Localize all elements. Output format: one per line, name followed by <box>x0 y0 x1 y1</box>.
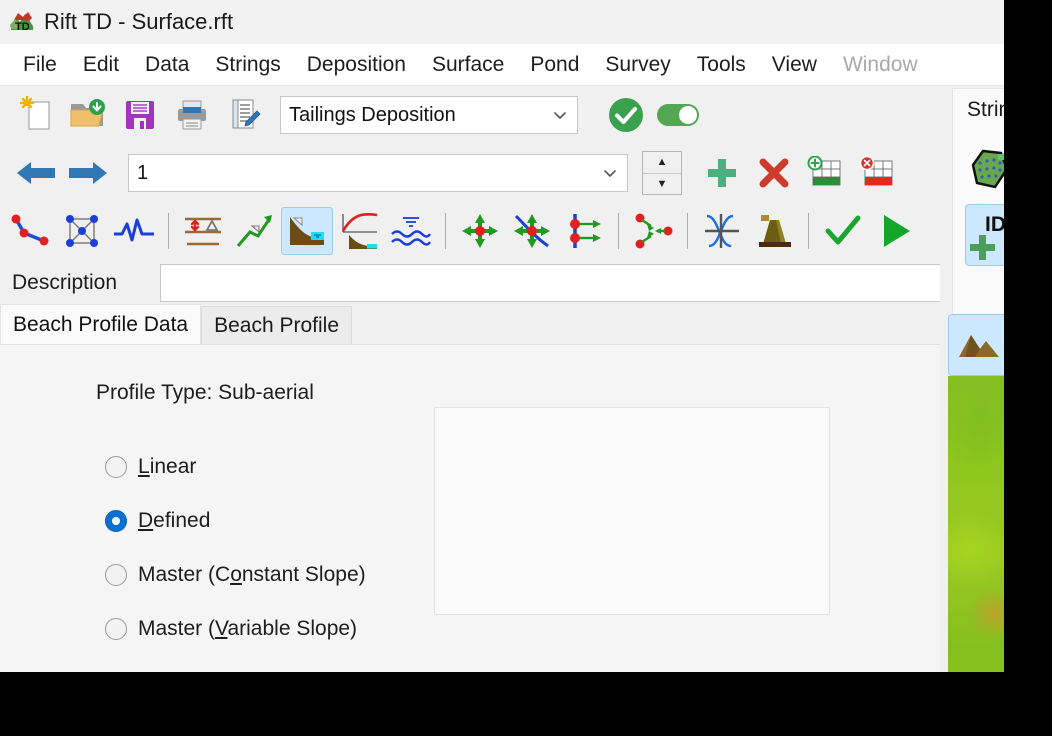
menu-file[interactable]: File <box>10 53 70 77</box>
deposition-combo-value: Tailings Deposition <box>289 103 456 126</box>
menu-survey[interactable]: Survey <box>592 53 683 77</box>
menu-pond[interactable]: Pond <box>517 53 592 77</box>
application-window: TD Rift TD - Surface.rft File Edit Data … <box>0 0 1052 736</box>
profile-type-radio-group: Linear Defined Master (Constant Slope) M… <box>105 440 366 656</box>
back-button[interactable] <box>10 149 62 197</box>
navigation-toolbar: 1 ▲ ▼ <box>0 144 1052 202</box>
toolbar-separator <box>445 213 446 249</box>
delete-button[interactable] <box>748 149 800 197</box>
enable-toggle[interactable] <box>652 91 704 139</box>
move-point-on-line-button[interactable] <box>506 207 558 255</box>
app-icon: TD <box>8 8 36 36</box>
radio-linear-label: Linear <box>138 455 197 478</box>
new-file-button[interactable] <box>10 91 62 139</box>
description-label: Description <box>12 271 118 294</box>
add-id-button[interactable]: ID <box>965 204 1027 266</box>
tools-toolbar <box>0 202 1052 260</box>
radio-master-constant-slope-label: Master (Constant Slope) <box>138 563 366 586</box>
menu-bar: File Edit Data Strings Deposition Surfac… <box>0 44 1052 86</box>
split-string-button[interactable] <box>627 207 679 255</box>
window-title: Rift TD - Surface.rft <box>44 9 234 34</box>
toolbar-separator <box>808 213 809 249</box>
menu-edit[interactable]: Edit <box>70 53 132 77</box>
description-row: Description <box>0 260 1052 306</box>
radio-linear[interactable]: Linear <box>105 440 366 494</box>
profile-type-label: Profile Type: Sub-aerial <box>96 381 314 404</box>
accept-button[interactable] <box>600 91 652 139</box>
mesh-nodes-button[interactable] <box>56 207 108 255</box>
radio-defined-indicator[interactable] <box>105 510 127 532</box>
tab-beach-profile-data[interactable]: Beach Profile Data <box>0 304 202 344</box>
profile-curve-button[interactable] <box>333 207 385 255</box>
run-button[interactable] <box>869 207 921 255</box>
dock-lines-icon <box>1024 336 1052 352</box>
index-combo[interactable]: 1 <box>128 154 628 192</box>
tab-content-beach-profile-data: Profile Type: Sub-aerial Linear Defined … <box>0 344 1052 640</box>
dock-tab-string[interactable]: String <box>952 88 1052 130</box>
spinner-up-icon[interactable]: ▲ <box>643 152 681 174</box>
radio-defined[interactable]: Defined <box>105 494 366 548</box>
print-button[interactable] <box>166 91 218 139</box>
edit-notes-button[interactable] <box>218 91 270 139</box>
water-waves-button[interactable] <box>385 207 437 255</box>
embankment-button[interactable] <box>748 207 800 255</box>
menu-tools[interactable]: Tools <box>684 53 759 77</box>
radio-linear-indicator[interactable] <box>105 456 127 478</box>
svg-text:TD: TD <box>15 21 30 33</box>
tab-beach-profile[interactable]: Beach Profile <box>201 306 353 344</box>
forward-button[interactable] <box>62 149 114 197</box>
save-button[interactable] <box>114 91 166 139</box>
move-point-button[interactable] <box>454 207 506 255</box>
menu-window: Window <box>842 52 918 76</box>
toolbar-separator <box>618 213 619 249</box>
radio-master-variable-slope[interactable]: Master (Variable Slope) <box>105 602 366 656</box>
dock-separator <box>1031 144 1032 226</box>
slope-arrow-button[interactable] <box>229 207 281 255</box>
add-polygon-button[interactable] <box>965 140 1027 202</box>
radio-master-constant-slope-indicator[interactable] <box>105 564 127 586</box>
radio-master-variable-slope-indicator[interactable] <box>105 618 127 640</box>
profile-preview-panel[interactable] <box>434 407 830 615</box>
open-file-button[interactable] <box>62 91 114 139</box>
toolbar-separator <box>687 213 688 249</box>
radio-master-variable-slope-label: Master (Variable Slope) <box>138 617 358 640</box>
index-combo-value: 1 <box>137 161 149 184</box>
tab-bar: Beach Profile Data Beach Profile <box>0 304 1052 344</box>
menu-strings[interactable]: Strings <box>202 53 293 77</box>
add-button[interactable] <box>696 149 748 197</box>
description-input[interactable] <box>160 264 1038 302</box>
terrain-surface-button[interactable] <box>948 314 1010 376</box>
radio-defined-label: Defined <box>138 509 211 532</box>
menu-surface[interactable]: Surface <box>419 53 517 77</box>
beach-profile-button[interactable] <box>281 207 333 255</box>
svg-text:ID: ID <box>985 213 1006 236</box>
terrain-map-preview[interactable] <box>948 376 1052 736</box>
chevron-down-icon <box>554 112 566 120</box>
menu-view[interactable]: View <box>759 53 830 77</box>
deposition-combo[interactable]: Tailings Deposition <box>280 96 578 134</box>
toolbar-separator <box>168 213 169 249</box>
chevron-down-icon <box>604 170 616 178</box>
delete-table-row-button[interactable] <box>852 149 904 197</box>
polyline-button[interactable] <box>4 207 56 255</box>
title-bar: TD Rift TD - Surface.rft <box>0 0 1052 44</box>
intersect-lines-button[interactable] <box>696 207 748 255</box>
index-spinner[interactable]: ▲ ▼ <box>642 151 682 195</box>
spinner-down-icon[interactable]: ▼ <box>643 174 681 195</box>
radio-master-constant-slope[interactable]: Master (Constant Slope) <box>105 548 366 602</box>
add-table-row-button[interactable] <box>800 149 852 197</box>
elevation-delta-button[interactable] <box>177 207 229 255</box>
menu-data[interactable]: Data <box>132 53 202 77</box>
offset-points-button[interactable] <box>558 207 610 255</box>
waveform-button[interactable] <box>108 207 160 255</box>
menu-deposition[interactable]: Deposition <box>294 53 419 77</box>
apply-button[interactable] <box>817 207 869 255</box>
file-toolbar: Tailings Deposition <box>0 86 1052 144</box>
